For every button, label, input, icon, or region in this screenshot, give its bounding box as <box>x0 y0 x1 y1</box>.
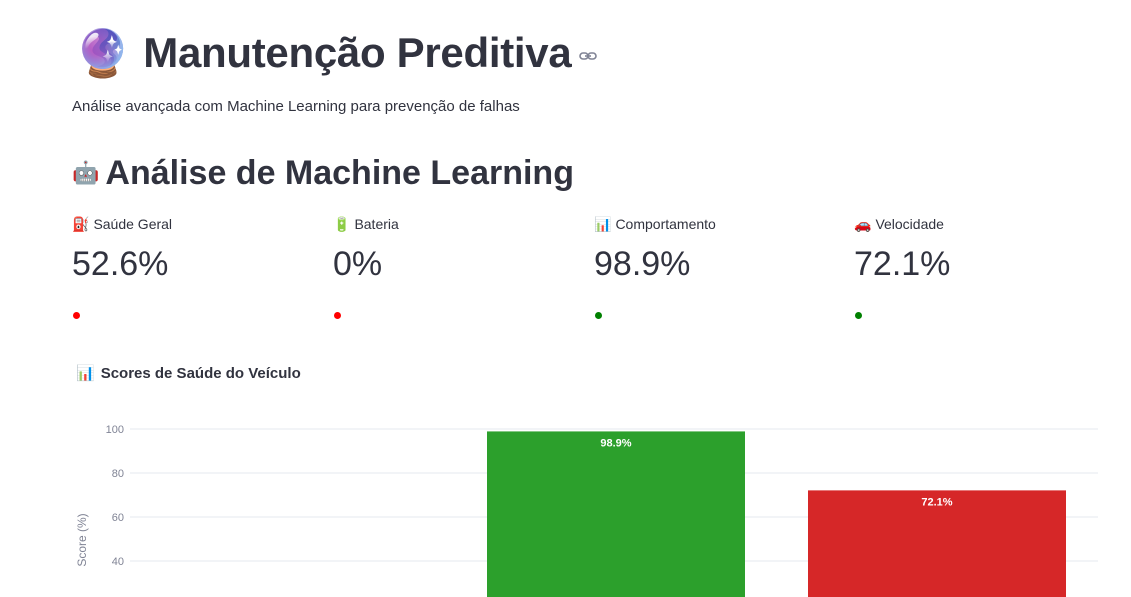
page: 🔮 Manutenção Preditiva Análise avançada … <box>0 0 1131 597</box>
y-tick-label: 100 <box>106 424 124 436</box>
bar-data-label: 98.9% <box>600 437 631 449</box>
y-tick-label: 80 <box>112 468 124 480</box>
health-scores-chart[interactable]: 40 60 80 100 Score (%) 98.9% 72.1% <box>0 0 1131 597</box>
y-axis-label: Score (%) <box>75 513 89 566</box>
bar <box>487 431 745 597</box>
y-tick-label: 60 <box>112 512 124 524</box>
y-tick-label: 40 <box>112 556 124 568</box>
bar-data-label: 72.1% <box>921 496 952 508</box>
